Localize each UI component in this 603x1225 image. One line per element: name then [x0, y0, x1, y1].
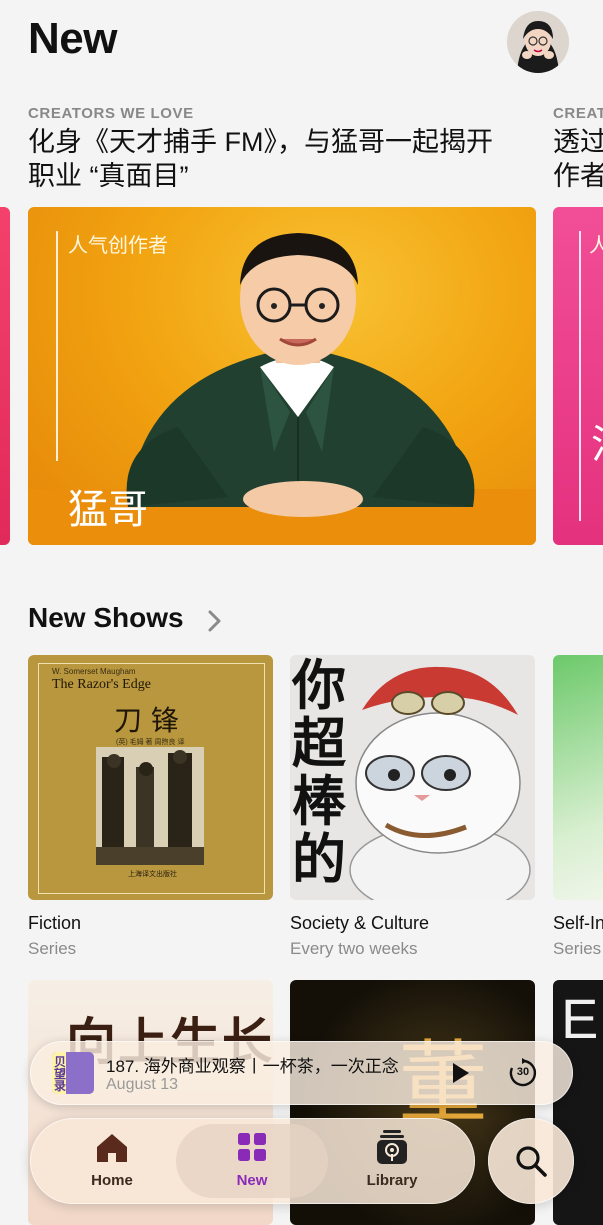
cover-big-text: 你 超 棒 的 [292, 656, 346, 890]
cover-illustration [96, 747, 204, 865]
frame-line [579, 231, 581, 521]
home-icon [97, 1134, 127, 1162]
next-featured-title-line2: 作者 [553, 161, 603, 191]
mini-player[interactable]: 贝望录 187. 海外商业观察丨一杯茶，一次正念 August 13 30 [30, 1041, 573, 1105]
tab-library[interactable]: Library [342, 1130, 442, 1194]
next-featured-card[interactable]: 人 泫 [553, 207, 603, 545]
next-featured-name: 泫 [591, 412, 603, 470]
next-featured-title-line1: 透过 [553, 127, 603, 157]
show-subtitle: Series [553, 939, 602, 958]
next-featured-title[interactable]: 透过 作者 [553, 125, 603, 193]
chevron-right-icon[interactable] [205, 609, 225, 633]
featured-title-line1: 化身《天才捕手 FM》，与猛哥一起揭开 [28, 127, 493, 157]
show-name[interactable]: Society & Culture [290, 913, 429, 934]
skip-interval-label: 30 [516, 1066, 530, 1078]
play-icon[interactable] [448, 1061, 472, 1085]
now-playing-artwork: 贝望录 [52, 1052, 94, 1094]
cover-credit: (英) 毛姆 著 周煦良 译 [116, 739, 185, 746]
previous-featured-card[interactable] [0, 207, 10, 545]
tab-bar: Home New Library [30, 1118, 475, 1204]
skip-forward-30-button[interactable]: 30 [508, 1058, 538, 1088]
tab-label: New [236, 1172, 268, 1189]
show-subtitle: Every two weeks [290, 939, 418, 958]
show-subtitle: Series [28, 939, 77, 958]
cover-title-zh: 刀 锋 [114, 704, 179, 737]
cover-publisher: 上海译文出版社 [128, 871, 177, 878]
show-cover-self-improvement[interactable] [553, 655, 603, 900]
profile-photo [507, 11, 569, 73]
show-cover-society-culture[interactable]: 你 超 棒 的 [290, 655, 535, 900]
featured-host-name: 猛哥 [68, 488, 148, 532]
show-cover-fiction[interactable]: W. Somerset Maugham The Razor's Edge 刀 锋… [28, 655, 273, 900]
episode-title: 187. 海外商业观察丨一杯茶，一次正念 [106, 1057, 399, 1076]
cover-author: W. Somerset Maugham [52, 667, 136, 676]
tab-label: Library [366, 1172, 418, 1189]
grid-icon [238, 1133, 266, 1161]
episode-date: August 13 [106, 1076, 179, 1093]
featured-title[interactable]: 化身《天才捕手 FM》，与猛哥一起揭开 职业 “真面目” [28, 125, 493, 193]
library-icon [377, 1130, 407, 1164]
show-name[interactable]: Self-In [553, 913, 603, 934]
featured-eyebrow: CREATORS WE LOVE [28, 105, 194, 122]
featured-card[interactable]: 人气创作者 猛哥 [28, 207, 536, 545]
avatar[interactable] [507, 11, 569, 73]
show-name[interactable]: Fiction [28, 913, 81, 934]
next-featured-badge: 人 [589, 235, 603, 257]
cover-text: E [561, 987, 599, 1050]
search-button[interactable] [488, 1118, 574, 1204]
artwork-text: 贝望录 [54, 1055, 67, 1093]
next-featured-eyebrow: CREAT [553, 105, 603, 122]
tab-label: Home [91, 1172, 133, 1189]
page-title: New [28, 14, 117, 63]
search-icon [516, 1146, 547, 1177]
tab-home[interactable]: Home [62, 1130, 162, 1194]
cover-title-en: The Razor's Edge [52, 677, 151, 692]
tab-new[interactable]: New [202, 1130, 302, 1194]
featured-title-line2: 职业 “真面目” [28, 161, 189, 191]
new-shows-title[interactable]: New Shows [28, 602, 184, 634]
